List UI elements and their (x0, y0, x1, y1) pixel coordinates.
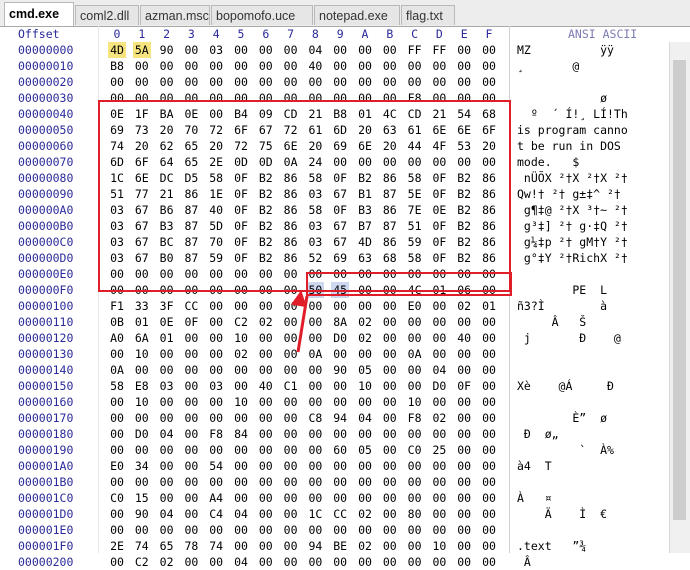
hex-byte[interactable]: 00 (306, 554, 324, 570)
row-ascii[interactable]: Â (517, 554, 655, 570)
hex-byte[interactable]: 00 (356, 554, 374, 570)
hex-byte[interactable]: 00 (406, 554, 424, 570)
hex-byte[interactable]: C2 (133, 554, 151, 570)
hex-byte[interactable]: 00 (455, 554, 473, 570)
hex-byte[interactable]: 00 (182, 554, 200, 570)
row-offset[interactable]: 00000200 (18, 554, 96, 570)
hex-byte[interactable]: 00 (331, 554, 349, 570)
hex-byte[interactable]: 02 (158, 554, 176, 570)
hex-byte[interactable]: 04 (232, 554, 250, 570)
hex-byte[interactable]: 00 (430, 554, 448, 570)
hex-byte[interactable]: 00 (207, 554, 225, 570)
hex-byte[interactable]: 00 (381, 554, 399, 570)
hex-byte[interactable]: 00 (282, 554, 300, 570)
hex-byte[interactable]: 00 (257, 554, 275, 570)
hex-row: 00000200 00 C2 02 00 00 04 00 00 00 00 00 00 00 00 00 00… (0, 554, 665, 570)
arrow-annotation (290, 290, 309, 353)
hex-byte[interactable]: 00 (480, 554, 498, 570)
hex-byte[interactable]: 00 (108, 554, 126, 570)
